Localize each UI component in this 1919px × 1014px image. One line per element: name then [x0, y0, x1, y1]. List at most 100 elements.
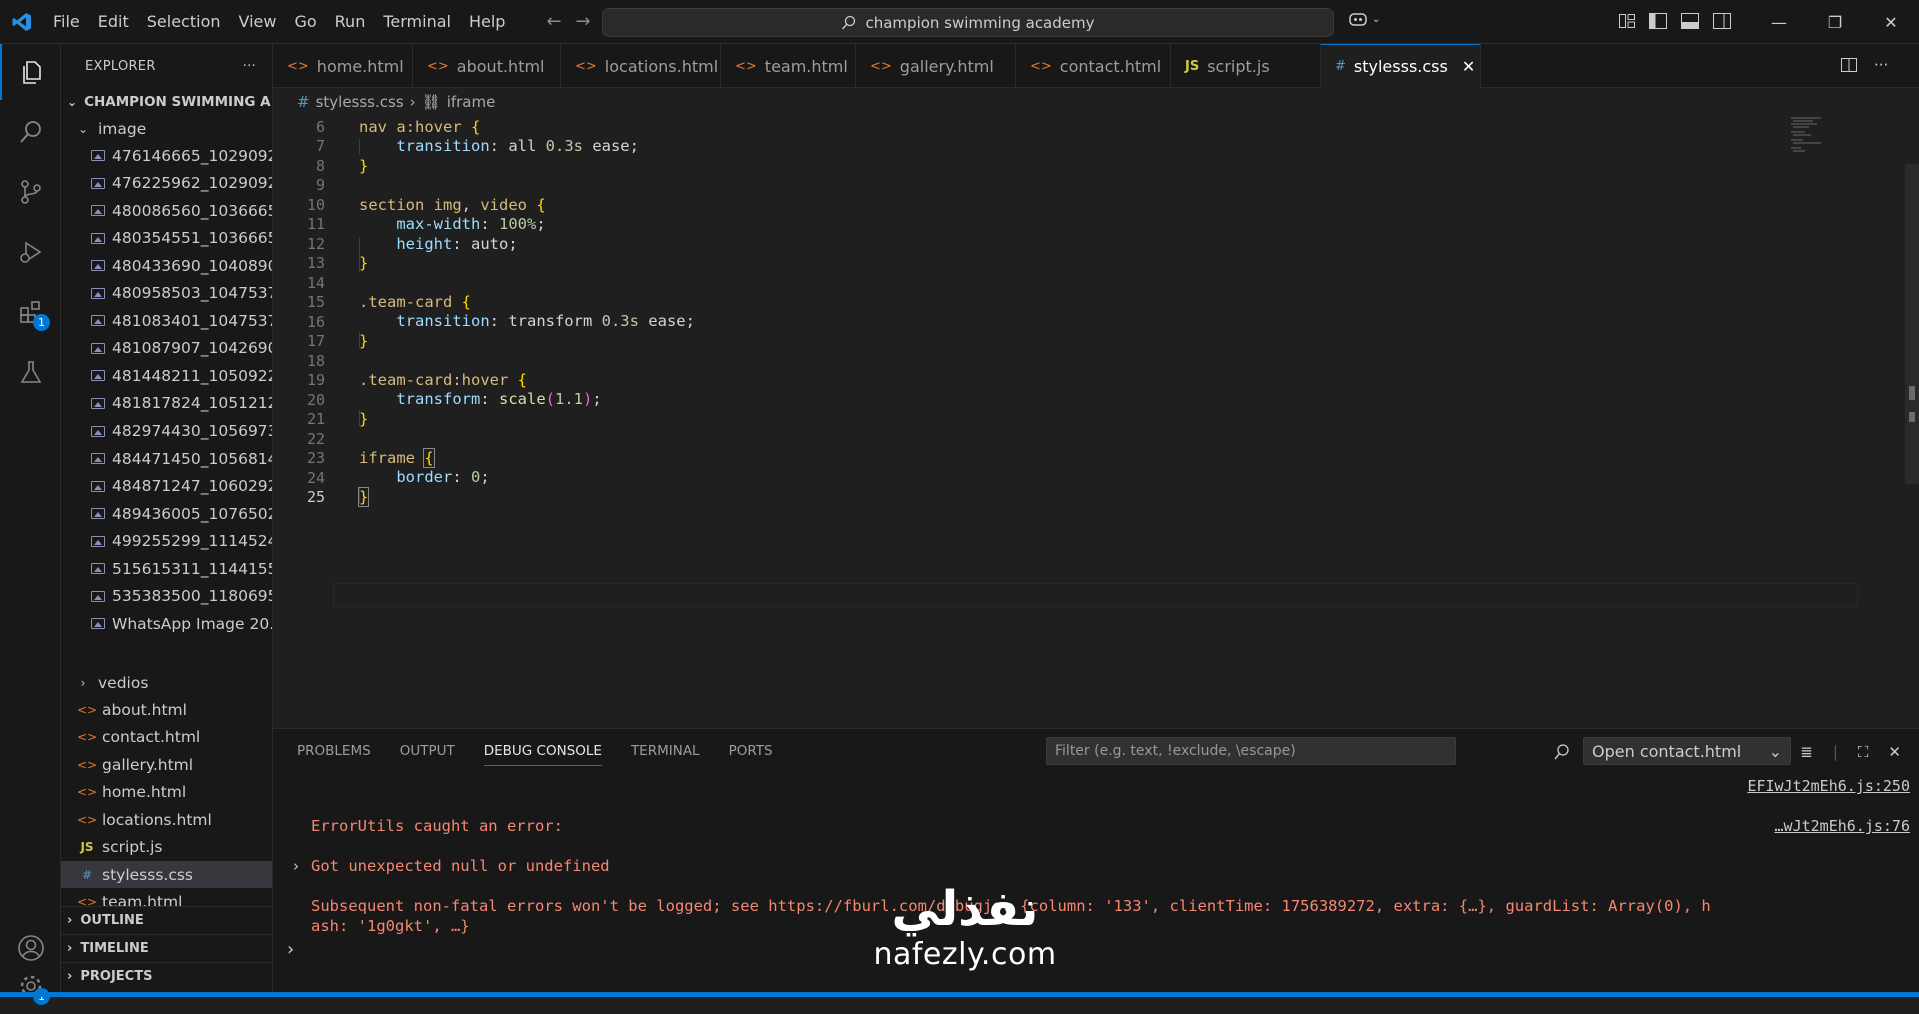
- tab-locations-html[interactable]: <> locations.html: [561, 44, 721, 88]
- restore-icon[interactable]: ❐: [1807, 0, 1863, 44]
- source-link[interactable]: EFIwJt2mEh6.js:250: [1747, 777, 1910, 795]
- menu-terminal[interactable]: Terminal: [374, 7, 460, 37]
- image-file-item[interactable]: 476146665_1029092...: [61, 142, 272, 169]
- image-file-item[interactable]: 476225962_1029092...: [61, 170, 272, 197]
- image-file-item[interactable]: 484471450_1056814...: [61, 445, 272, 472]
- editor-scrollbar[interactable]: [1905, 116, 1919, 728]
- chevron-right-icon: ›: [67, 941, 73, 956]
- outline-section[interactable]: › OUTLINE: [61, 906, 272, 934]
- tab-output[interactable]: OUTPUT: [400, 743, 455, 759]
- file-name: 480086560_1036665...: [112, 201, 272, 220]
- close-panel-icon[interactable]: ✕: [1888, 743, 1901, 761]
- explorer-icon[interactable]: [0, 44, 61, 100]
- image-file-item[interactable]: 481817824_1051212...: [61, 390, 272, 417]
- workspace-root[interactable]: ⌄ CHAMPION SWIMMING A...: [61, 88, 272, 115]
- menu-view[interactable]: View: [230, 7, 286, 37]
- timeline-section[interactable]: › TIMELINE: [61, 934, 272, 962]
- html-file-icon: <>: [76, 730, 98, 744]
- image-file-item[interactable]: 480086560_1036665...: [61, 197, 272, 224]
- file-item[interactable]: <> locations.html: [61, 806, 272, 833]
- image-file-item[interactable]: 484871247_1060292...: [61, 473, 272, 500]
- tab-home-html[interactable]: <> home.html: [273, 44, 413, 88]
- menu-edit[interactable]: Edit: [89, 7, 138, 37]
- breadcrumb-file[interactable]: stylesss.css: [316, 93, 404, 111]
- maximize-panel-icon[interactable]: ⛶: [1858, 743, 1869, 761]
- menu-selection[interactable]: Selection: [138, 7, 230, 37]
- close-window-icon[interactable]: ✕: [1863, 0, 1919, 44]
- search-icon[interactable]: [0, 104, 61, 160]
- toggle-panel-icon[interactable]: [1680, 12, 1700, 30]
- source-link[interactable]: …wJt2mEh6.js:76: [1775, 817, 1910, 835]
- tab-terminal[interactable]: TERMINAL: [631, 743, 700, 759]
- menu-go[interactable]: Go: [285, 7, 325, 37]
- file-item[interactable]: <> about.html: [61, 696, 272, 723]
- debug-filter-input[interactable]: Filter (e.g. text, !exclude, \escape): [1046, 737, 1456, 765]
- menu-run[interactable]: Run: [326, 7, 375, 37]
- toggle-primary-sidebar-icon[interactable]: [1648, 12, 1668, 30]
- file-name: about.html: [102, 700, 187, 719]
- more-actions-icon[interactable]: ···: [243, 59, 256, 74]
- menu-file[interactable]: File: [44, 7, 89, 37]
- split-editor-icon[interactable]: [1840, 56, 1858, 74]
- settings-gear-icon[interactable]: 1: [0, 958, 61, 1014]
- folder-image[interactable]: ⌄ image: [61, 115, 272, 142]
- css-file-icon: #: [297, 93, 310, 111]
- tab-script-js[interactable]: JS script.js: [1171, 44, 1321, 88]
- code-line: section img, video {: [359, 196, 546, 214]
- line-number: 11: [306, 215, 325, 233]
- watermark-latin: nafezly.com: [873, 937, 1057, 972]
- tab-debug-console[interactable]: DEBUG CONSOLE: [483, 737, 602, 766]
- file-item[interactable]: <> home.html: [61, 779, 272, 806]
- tab-problems[interactable]: PROBLEMS: [297, 743, 371, 759]
- close-tab-icon[interactable]: ✕: [1462, 57, 1475, 76]
- tab-team-html[interactable]: <> team.html: [721, 44, 856, 88]
- run-debug-icon[interactable]: [0, 224, 61, 280]
- image-file-item[interactable]: 489436005_1076502...: [61, 500, 272, 527]
- file-item[interactable]: <> gallery.html: [61, 751, 272, 778]
- debug-session-select[interactable]: Open contact.html ⌄: [1583, 737, 1791, 765]
- back-arrow-icon[interactable]: ←: [546, 11, 561, 32]
- image-file-item[interactable]: 499255299_1114524...: [61, 528, 272, 555]
- tab-stylesss-css[interactable]: # stylesss.css ✕: [1321, 44, 1481, 88]
- image-file-item[interactable]: WhatsApp Image 20...: [61, 610, 272, 637]
- minimize-icon[interactable]: —: [1751, 0, 1807, 44]
- tab-contact-html[interactable]: <> contact.html: [1016, 44, 1171, 88]
- image-file-item[interactable]: 481448211_1050922...: [61, 362, 272, 389]
- image-file-item[interactable]: 481087907_1042690...: [61, 335, 272, 362]
- line-number: 8: [315, 156, 325, 175]
- source-control-icon[interactable]: [0, 164, 61, 220]
- file-name: 481448211_1050922...: [112, 366, 272, 385]
- chevron-right-icon[interactable]: ›: [293, 857, 299, 875]
- toggle-secondary-sidebar-icon[interactable]: [1712, 12, 1732, 30]
- tab-gallery-html[interactable]: <> gallery.html: [856, 44, 1016, 88]
- image-file-item[interactable]: 481083401_1047537...: [61, 307, 272, 334]
- extensions-icon[interactable]: 1: [0, 284, 61, 340]
- forward-arrow-icon[interactable]: →: [576, 11, 591, 32]
- customize-layout-icon[interactable]: [1618, 12, 1636, 30]
- copilot-icon[interactable]: ⌄: [1348, 10, 1380, 28]
- image-file-item[interactable]: 480958503_1047537...: [61, 280, 272, 307]
- command-center-search[interactable]: champion swimming academy: [602, 8, 1334, 37]
- testing-icon[interactable]: [0, 344, 61, 400]
- file-item[interactable]: <> contact.html: [61, 724, 272, 751]
- clear-console-icon[interactable]: ≣: [1800, 743, 1813, 761]
- tab-ports[interactable]: PORTS: [729, 743, 773, 759]
- image-file-item[interactable]: 482974430_1056973...: [61, 418, 272, 445]
- image-file-item[interactable]: 535383500_1180695...: [61, 583, 272, 610]
- file-item[interactable]: JS script.js: [61, 834, 272, 861]
- more-actions-icon[interactable]: ···: [1874, 56, 1888, 74]
- image-file-item[interactable]: 515615311_1144155...: [61, 555, 272, 582]
- minimap[interactable]: [1791, 116, 1833, 156]
- tab-about-html[interactable]: <> about.html: [413, 44, 561, 88]
- code-editor[interactable]: 5678910111213141516171819202122232425 na…: [273, 116, 1919, 728]
- console-input-prompt[interactable]: ›: [287, 939, 294, 960]
- file-item[interactable]: # stylesss.css: [61, 861, 272, 888]
- projects-section[interactable]: › PROJECTS: [61, 962, 272, 990]
- code-line: nav a:hover {: [359, 118, 481, 136]
- folder-vedios[interactable]: › vedios: [61, 669, 272, 696]
- menu-help[interactable]: Help: [460, 7, 514, 37]
- image-file-item[interactable]: 480354551_1036665...: [61, 225, 272, 252]
- breadcrumb-symbol[interactable]: iframe: [447, 93, 496, 111]
- image-file-item[interactable]: 480433690_1040890...: [61, 252, 272, 279]
- tab-label: locations.html: [604, 56, 719, 76]
